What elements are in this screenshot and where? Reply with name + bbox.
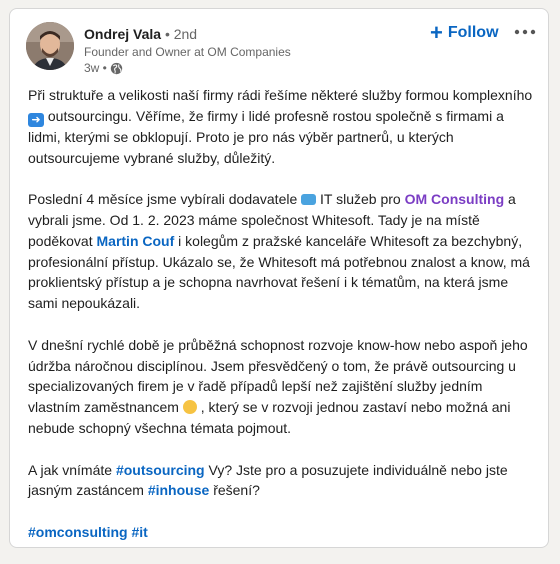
- p1-text-a: Při struktuře a velikosti naší firmy rád…: [28, 87, 533, 103]
- author-name[interactable]: Ondrej Vala: [84, 26, 161, 42]
- author-headline: Founder and Owner at OM Companies: [84, 45, 291, 59]
- follow-label: Follow: [447, 24, 499, 41]
- laptop-emoji: [301, 194, 317, 206]
- p4-text-a: A jak vnímáte: [28, 461, 113, 478]
- globe-icon: [110, 62, 123, 75]
- post-body: Při struktuře a velikosti naší firmy rád…: [28, 85, 533, 564]
- paragraph-2: Poslední 4 měsíce jsme vybírali dodavate…: [28, 189, 533, 314]
- person-mention-link[interactable]: Martin Couf: [97, 233, 175, 249]
- hashtag-inhouse[interactable]: #inhouse: [148, 482, 209, 498]
- paragraph-5: #omconsulting #it: [28, 522, 533, 543]
- follow-button[interactable]: + Follow: [430, 20, 499, 45]
- author-name-row: Ondrej Vala • 2nd: [84, 25, 197, 43]
- hashtag-outsourcing[interactable]: #outsourcing: [116, 462, 205, 478]
- author-avatar[interactable]: [26, 22, 74, 70]
- paragraph-4: A jak vnímáte #outsourcing Vy? Jste pro …: [28, 460, 533, 502]
- post-time: 3w •: [84, 61, 107, 75]
- p2-text-a: Poslední 4 měsíce jsme vybírali dodavate…: [28, 191, 298, 208]
- paragraph-3: V dnešní rychlé době je průběžná schopno…: [28, 335, 533, 439]
- post-card: Ondrej Vala • 2nd Founder and Owner at O…: [9, 8, 549, 548]
- p1-text-b: outsourcingu. Věříme, že firmy i lidé pr…: [28, 107, 504, 166]
- right-arrow-emoji: ➜: [28, 112, 44, 127]
- smiling-face-emoji: [182, 400, 197, 415]
- paragraph-1: Při struktuře a velikosti naší firmy rád…: [28, 85, 533, 168]
- p2-text-b: IT služeb pro: [320, 191, 401, 208]
- ellipsis-icon[interactable]: [513, 21, 537, 43]
- p4-text-c: řešení?: [213, 482, 260, 499]
- plus-icon: +: [430, 20, 443, 45]
- company-link[interactable]: OM Consulting: [405, 191, 505, 207]
- connection-degree: • 2nd: [164, 26, 198, 42]
- post-meta: 3w •: [84, 60, 123, 76]
